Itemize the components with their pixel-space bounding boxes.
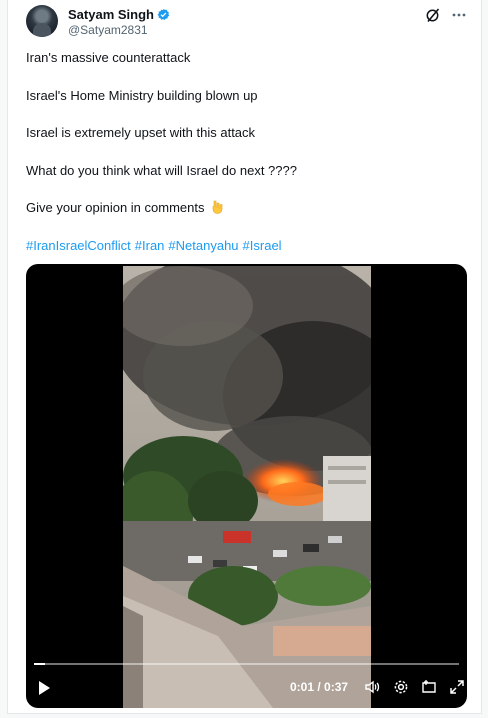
tweet-card[interactable]: Satyam Singh @Satyam2831 Iran's massive … xyxy=(7,0,482,714)
tweet-line: Israel's Home Ministry building blown up xyxy=(26,87,258,103)
tweet-line: Israel is extremely upset with this atta… xyxy=(26,125,256,140)
play-icon[interactable] xyxy=(36,679,52,697)
hashtag-link[interactable]: #IranIsraelConflict xyxy=(26,238,131,254)
more-icon[interactable] xyxy=(451,7,467,23)
picture-in-picture-icon[interactable] xyxy=(421,679,437,695)
name-row: Satyam Singh xyxy=(68,7,170,22)
tweet-line: What do you think what will Israel do ne… xyxy=(26,162,297,178)
hashtag-link[interactable]: #Netanyahu xyxy=(168,238,238,254)
tweet-header: Satyam Singh @Satyam2831 xyxy=(26,5,469,41)
verified-badge-icon xyxy=(157,8,170,21)
display-name[interactable]: Satyam Singh xyxy=(68,7,154,22)
tweet-line-with-emoji: Give your opinion in comments xyxy=(26,200,469,216)
fullscreen-icon[interactable] xyxy=(449,679,465,695)
video-progress-bar[interactable] xyxy=(34,663,459,665)
settings-gear-icon[interactable] xyxy=(393,679,409,695)
video-frame[interactable] xyxy=(123,266,371,708)
handle[interactable]: @Satyam2831 xyxy=(68,23,148,37)
avatar[interactable] xyxy=(26,5,58,37)
tweet-line: Give your opinion in comments xyxy=(26,200,205,215)
header-actions xyxy=(425,7,467,23)
video-time: 0:01 / 0:37 xyxy=(290,680,349,694)
tweet-line: Iran's massive counterattack xyxy=(26,50,191,65)
video-progress-fill xyxy=(34,663,46,665)
hashtag-link[interactable]: #Iran xyxy=(135,238,165,254)
hashtags: #IranIsraelConflict #Iran #Netanyahu #Is… xyxy=(26,238,469,254)
tweet-text: Iran's massive counterattack Israel's Ho… xyxy=(26,50,469,254)
volume-icon[interactable] xyxy=(364,679,380,695)
hashtag-link[interactable]: #Israel xyxy=(243,238,282,254)
pointing-down-emoji-icon xyxy=(210,200,224,218)
grok-icon[interactable] xyxy=(425,7,441,23)
video-controls: 0:01 / 0:37 xyxy=(26,673,467,703)
video-player[interactable]: 0:01 / 0:37 xyxy=(26,264,467,708)
